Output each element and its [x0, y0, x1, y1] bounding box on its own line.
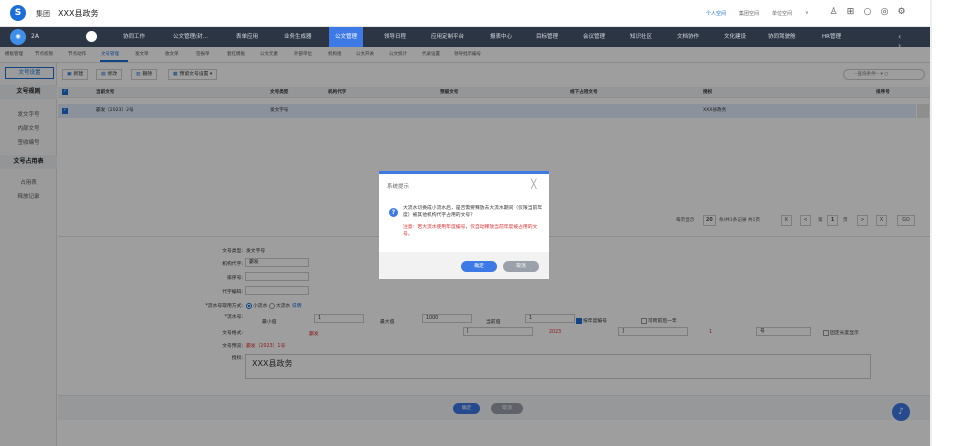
logo-icon: S: [10, 5, 26, 21]
page-scrollbar[interactable]: [930, 0, 932, 446]
nav-item-doc-mgmt[interactable]: 公文管理: [329, 27, 364, 47]
unit-space-link[interactable]: 单位空间: [772, 10, 792, 17]
dialog-warning: 注意：若大流水使用年度编号，仅自动释放当前年度被占用的文号。: [403, 225, 538, 237]
personal-space-link[interactable]: 个人空间: [706, 10, 726, 17]
home-icon[interactable]: [86, 31, 97, 42]
org-name: XXX县政务: [58, 9, 99, 18]
search-icon[interactable]: ○: [862, 7, 873, 18]
nav-item-reports[interactable]: 报表中心: [484, 27, 518, 47]
user-icon[interactable]: ♙: [828, 7, 839, 18]
nav-item-doc-collab[interactable]: 文档协作: [671, 27, 705, 47]
dialog-message: 大流水切换成小流水后，是否需要释放去大流水期间（仅限当前年度）被其他机构代字占用…: [403, 206, 543, 218]
dialog-title: 系统提示: [387, 184, 410, 190]
dialog-ok-button[interactable]: 确定: [461, 261, 497, 272]
message-icon[interactable]: ◎: [879, 7, 890, 18]
nav-item-goals[interactable]: 目标管理: [530, 27, 564, 47]
avatar-label: 2A: [31, 33, 39, 40]
top-bar: S 集团 XXX县政务 个人空间 集团空间 单位空间 ∨ ♙ ⊞ ○ ◎ ⚙: [0, 0, 930, 27]
apps-icon[interactable]: ⊞: [845, 7, 856, 18]
space-dropdown-icon[interactable]: ∨: [805, 10, 809, 16]
dialog-footer: 确定 取消: [379, 252, 549, 279]
avatar[interactable]: ◉: [10, 29, 26, 45]
nav-item-app-platform[interactable]: 应用定制平台: [425, 27, 470, 47]
main-nav: ◉ 2A 协同工作 公文管理(封... 表单应用 业务生成器 公文管理 领导日程…: [0, 27, 930, 50]
nav-item-collab[interactable]: 协同工作: [117, 27, 151, 47]
nav-item-culture[interactable]: 文化建设: [718, 27, 752, 47]
nav-item-biz-generator[interactable]: 业务生成器: [278, 27, 318, 47]
nav-item-cockpit[interactable]: 协同驾驶舱: [762, 27, 802, 47]
nav-item-forms[interactable]: 表单应用: [230, 27, 264, 47]
nav-item-leader-schedule[interactable]: 领导日程: [378, 27, 412, 47]
nav-item-doc-sealed[interactable]: 公文管理(封...: [167, 27, 214, 47]
settings-icon[interactable]: ⚙: [896, 7, 907, 18]
group-space-link[interactable]: 集团空间: [739, 10, 759, 17]
nav-item-meetings[interactable]: 会议管理: [577, 27, 611, 47]
brand-label: 集团: [36, 10, 50, 18]
close-icon[interactable]: ╳: [531, 180, 536, 190]
dialog-cancel-button[interactable]: 取消: [503, 261, 539, 272]
question-icon: ?: [389, 208, 398, 217]
nav-item-hr[interactable]: HR管理: [816, 27, 847, 47]
system-prompt-dialog: 系统提示 ╳ ? 大流水切换成小流水后，是否需要释放去大流水期间（仅限当前年度）…: [379, 171, 549, 279]
nav-item-knowledge[interactable]: 知识社区: [624, 27, 658, 47]
